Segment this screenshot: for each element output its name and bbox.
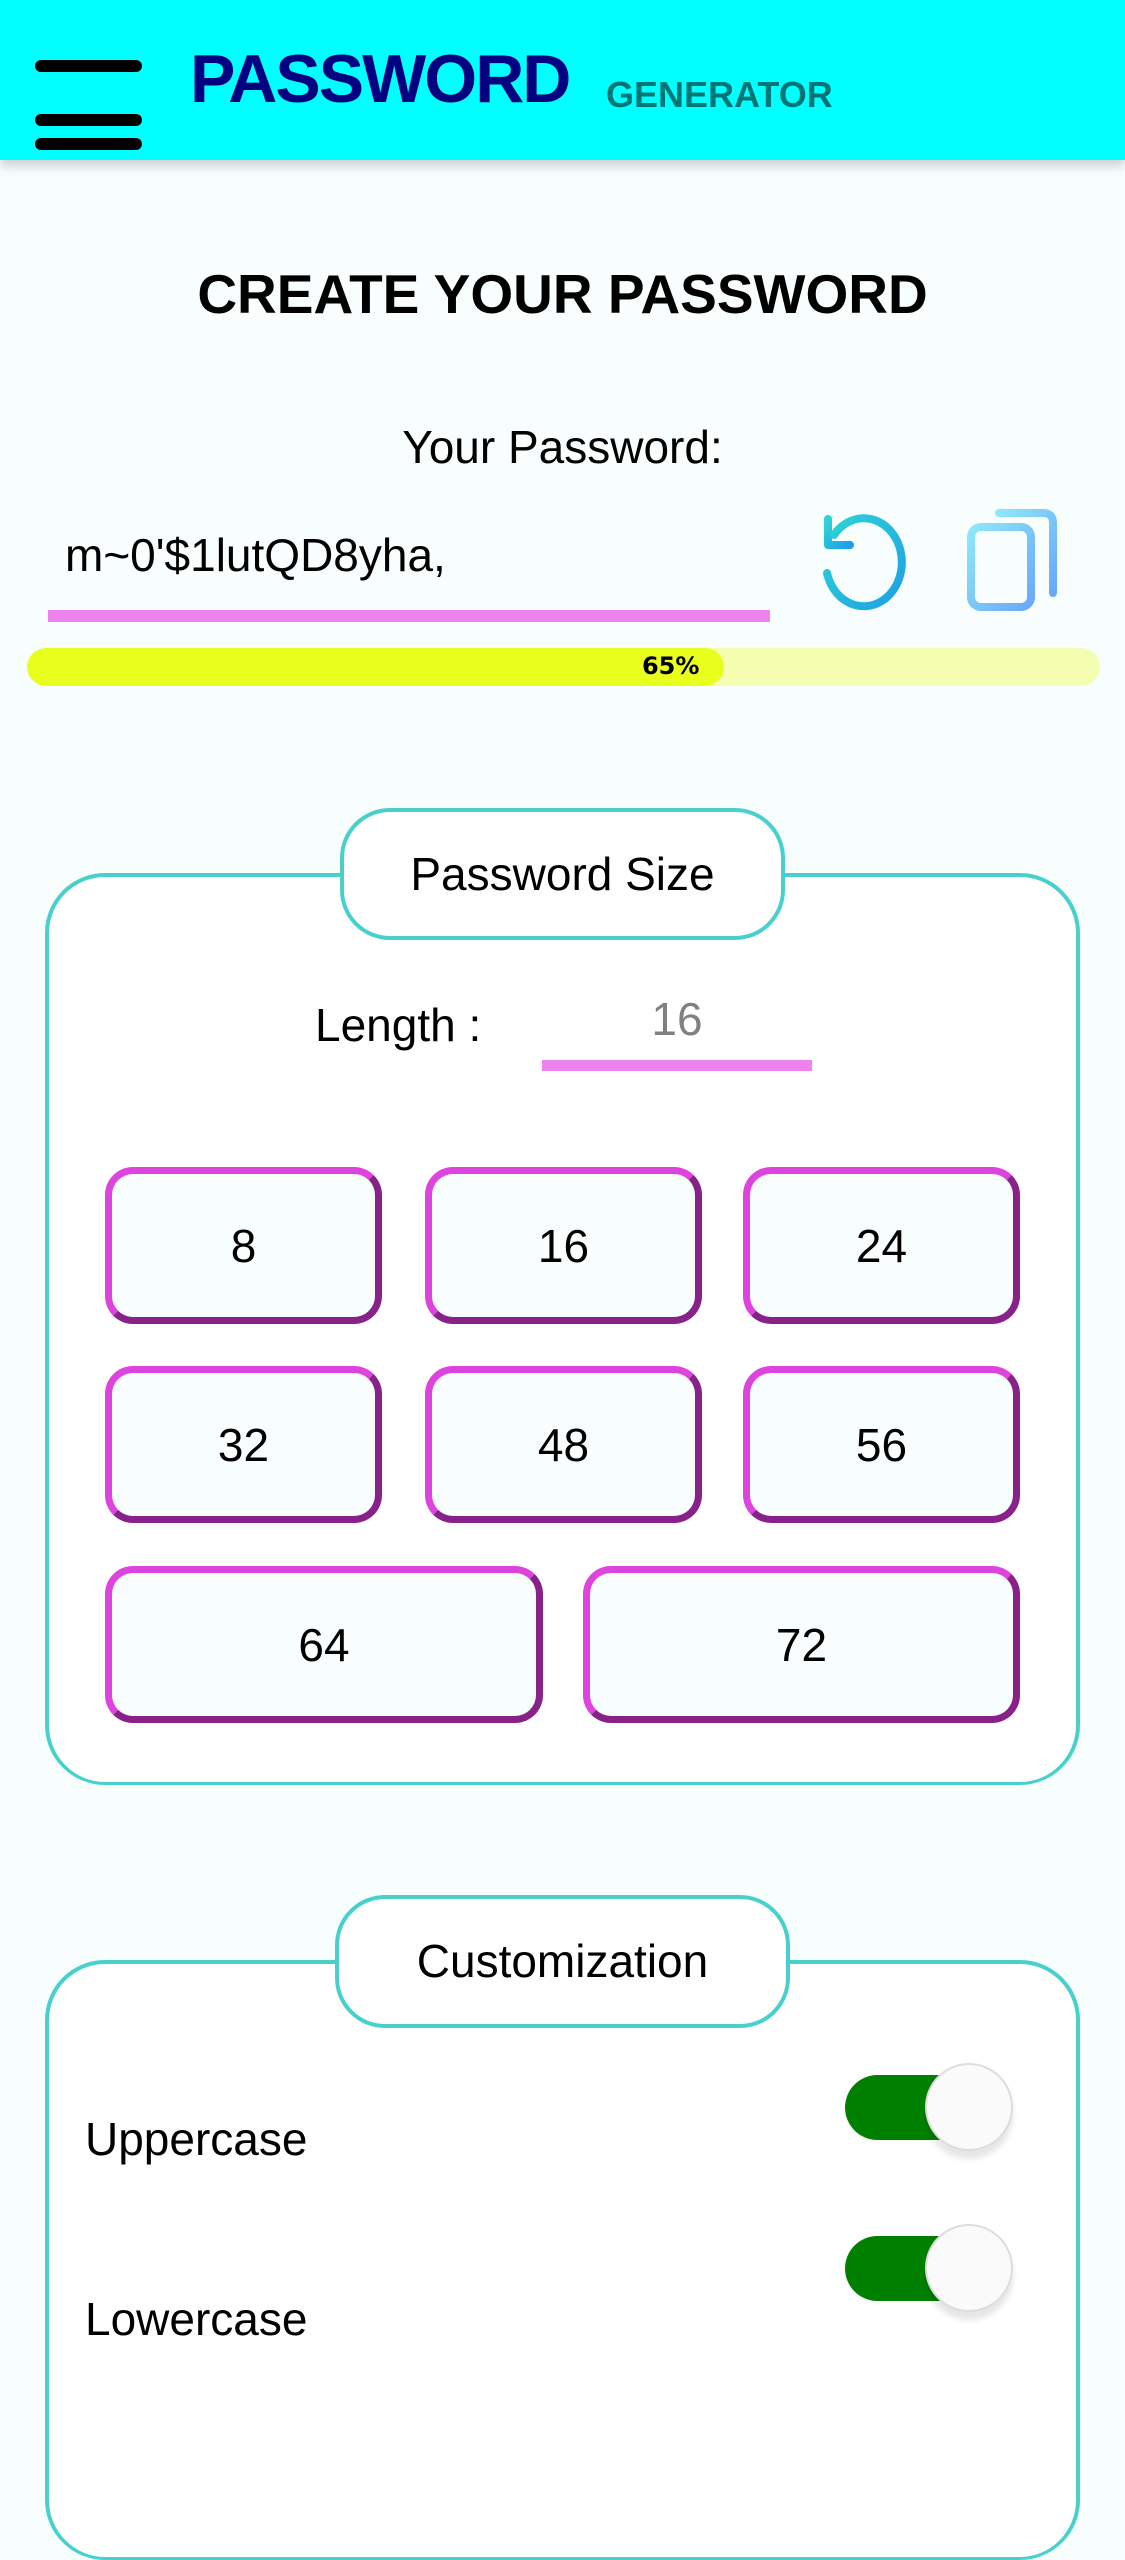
lowercase-toggle[interactable] xyxy=(845,2224,1020,2324)
size-button-48[interactable]: 48 xyxy=(425,1366,702,1523)
strength-bar: 65% xyxy=(27,648,1100,686)
size-button-72[interactable]: 72 xyxy=(583,1566,1020,1723)
uppercase-label: Uppercase xyxy=(85,2113,308,2165)
password-underline xyxy=(48,610,770,622)
password-label: Your Password: xyxy=(402,421,723,473)
size-button-8[interactable]: 8 xyxy=(105,1167,382,1324)
length-label: Length : xyxy=(315,999,482,1051)
length-input[interactable]: 16 xyxy=(542,992,812,1046)
regenerate-icon[interactable] xyxy=(810,505,910,620)
size-button-32[interactable]: 32 xyxy=(105,1366,382,1523)
size-button-56[interactable]: 56 xyxy=(743,1366,1020,1523)
strength-label: 65% xyxy=(641,652,700,680)
app-title: PASSWORD xyxy=(190,41,571,117)
size-button-64[interactable]: 64 xyxy=(105,1566,543,1723)
password-output[interactable]: m~0'$1lutQD8yha, xyxy=(65,528,446,582)
app-subtitle: GENERATOR xyxy=(606,74,833,115)
copy-icon[interactable] xyxy=(965,505,1065,620)
strength-bar-fill: 65% xyxy=(27,648,725,686)
app-header: PASSWORD GENERATOR xyxy=(0,0,1125,160)
size-button-24[interactable]: 24 xyxy=(743,1167,1020,1324)
page-title: CREATE YOUR PASSWORD xyxy=(197,263,928,325)
password-size-legend: Password Size xyxy=(340,808,785,940)
lowercase-label: Lowercase xyxy=(85,2293,308,2345)
length-underline xyxy=(542,1060,812,1071)
size-button-16[interactable]: 16 xyxy=(425,1167,702,1324)
customization-legend: Customization xyxy=(335,1895,790,2028)
hamburger-menu-icon[interactable] xyxy=(0,30,160,150)
uppercase-toggle[interactable] xyxy=(845,2063,1020,2163)
